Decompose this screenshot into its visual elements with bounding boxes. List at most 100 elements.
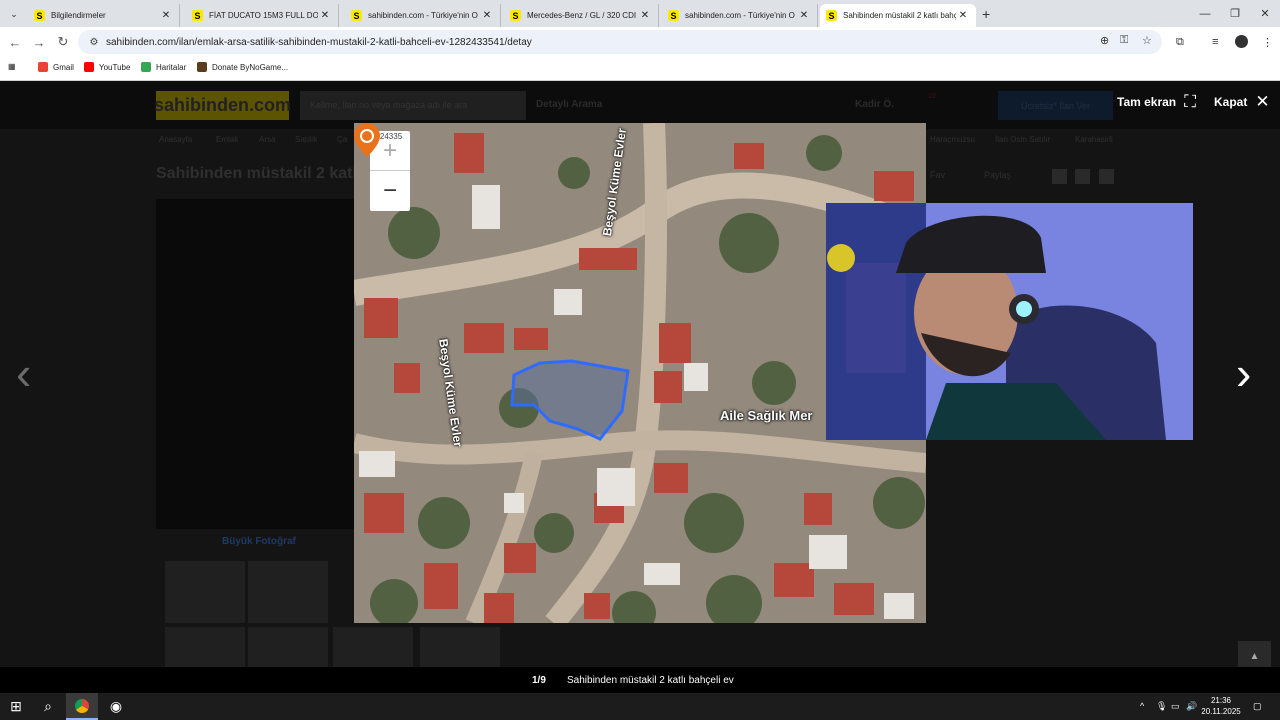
- post-ad-button[interactable]: Ücretsiz* İlan Ver: [998, 91, 1113, 120]
- close-icon[interactable]: ✕: [318, 10, 332, 21]
- bookmarks-bar: ▦ Gmail YouTube Haritalar Donate ByNoGam…: [0, 57, 1280, 81]
- zoom-out-icon[interactable]: −: [370, 171, 410, 211]
- breadcrumb-item[interactable]: Anasayfa: [159, 135, 192, 144]
- advanced-search-link[interactable]: Detaylı Arama: [536, 99, 602, 110]
- tray-chevron-icon[interactable]: ^: [1140, 701, 1144, 711]
- tab-title: sahibinden.com - Türkiye'nin O: [368, 11, 478, 20]
- site-info-icon[interactable]: ⚙: [84, 37, 104, 48]
- window-close-icon[interactable]: ✕: [1248, 0, 1280, 27]
- facebook-icon[interactable]: [1052, 169, 1067, 184]
- sahibinden-favicon-icon: S: [351, 10, 362, 21]
- clock-date: 20.11.2025: [1201, 707, 1241, 716]
- breadcrumb-item[interactable]: Emlak: [216, 135, 238, 144]
- user-menu[interactable]: Kadir Ö.: [855, 99, 894, 110]
- bookmark-label: Donate ByNoGame...: [212, 62, 289, 72]
- bynogame-icon: [197, 62, 207, 72]
- site-logo[interactable]: sahibinden.com: [154, 91, 291, 120]
- microphone-icon[interactable]: 🎙: [1156, 701, 1167, 712]
- tab-2[interactable]: S FİAT DUCATO 15M3 FULL DON ✕: [186, 4, 339, 27]
- photo-caption: Sahibinden müstakil 2 katlı bahçeli ev: [567, 675, 734, 686]
- fullscreen-label: Tam ekran: [1117, 95, 1177, 109]
- sahibinden-favicon-icon: S: [510, 10, 521, 21]
- tab-6-active[interactable]: S Sahibinden müstakil 2 katlı bahç ✕: [820, 4, 976, 27]
- taskbar-clock[interactable]: 21:36 20.11.2025: [1200, 695, 1242, 717]
- tab-title: Bilgilendirmeler: [51, 11, 106, 20]
- start-windows-icon[interactable]: ⊞: [0, 693, 32, 720]
- tab-title: sahibinden.com - Türkiye'nin O: [685, 11, 795, 20]
- password-key-icon[interactable]: ⚿: [1120, 34, 1128, 47]
- share-link[interactable]: Paylaş: [984, 170, 1011, 180]
- tab-4[interactable]: S Mercedes-Benz / GL / 320 CDI 4 ✕: [504, 4, 659, 27]
- sahibinden-favicon-icon: S: [34, 10, 45, 21]
- back-icon[interactable]: ←: [4, 31, 26, 53]
- restore-icon[interactable]: ❐: [1218, 0, 1252, 27]
- webcam-overlay: [826, 203, 1193, 440]
- tab-strip: ⌄ S Bilgilendirmeler ✕ S FİAT DUCATO 15M…: [0, 0, 1280, 27]
- search-icon[interactable]: ⌕: [32, 693, 64, 720]
- big-photo-link[interactable]: Büyük Fotoğraf: [222, 536, 296, 547]
- bookmark-maps[interactable]: Haritalar: [141, 62, 186, 72]
- site-search-input[interactable]: Kelime, ilan no veya mağaza adı ile ara: [300, 91, 526, 120]
- apps-grid-icon[interactable]: ▦: [8, 62, 16, 71]
- chrome-taskbar-icon[interactable]: [66, 693, 98, 720]
- notifications-icon[interactable]: ▢: [1253, 701, 1262, 712]
- sahibinden-favicon-icon: S: [826, 10, 837, 21]
- close-gallery-button[interactable]: Kapat ✕: [1214, 92, 1270, 112]
- zoom-icon[interactable]: ⊕: [1100, 34, 1109, 47]
- twitter-icon[interactable]: [1075, 169, 1090, 184]
- bookmark-youtube[interactable]: YouTube: [84, 62, 130, 72]
- bookmark-gmail[interactable]: Gmail: [38, 62, 74, 72]
- url-text: sahibinden.com/ilan/emlak-arsa-satilik-s…: [106, 36, 532, 48]
- close-icon[interactable]: ✕: [480, 10, 494, 21]
- tab-title: Mercedes-Benz / GL / 320 CDI 4: [527, 11, 638, 20]
- clock-time: 21:36: [1210, 696, 1232, 705]
- tab-5[interactable]: S sahibinden.com - Türkiye'nin O ✕: [662, 4, 818, 27]
- page-content: sahibinden.com Kelime, ilan no veya mağa…: [0, 81, 1280, 693]
- close-icon[interactable]: ✕: [797, 10, 811, 21]
- next-photo-arrow-icon[interactable]: ›: [1236, 346, 1251, 400]
- menu-kebab-icon[interactable]: ⋮: [1262, 36, 1273, 49]
- volume-icon[interactable]: 🔊: [1186, 701, 1197, 712]
- breadcrumb-item[interactable]: Arsa: [259, 135, 275, 144]
- breadcrumb-item[interactable]: Ça: [337, 135, 347, 144]
- poi-label: Aile Sağlık Mer: [720, 408, 813, 423]
- tab-3[interactable]: S sahibinden.com - Türkiye'nin O ✕: [345, 4, 501, 27]
- breadcrumb-item[interactable]: Haraçmuzsu: [930, 135, 975, 144]
- minimize-icon[interactable]: —: [1188, 0, 1222, 27]
- media-queue-icon[interactable]: ≡: [1212, 36, 1218, 48]
- tab-title: Sahibinden müstakil 2 katlı bahç: [843, 11, 956, 20]
- close-icon: ✕: [1255, 92, 1270, 111]
- close-icon[interactable]: ✕: [956, 10, 970, 21]
- network-icon[interactable]: ▭: [1171, 701, 1180, 712]
- browser-toolbar: ← → ↻ ⚙ sahibinden.com/ilan/emlak-arsa-s…: [0, 27, 1280, 57]
- health-center-pin-icon[interactable]: [354, 123, 380, 157]
- email-icon[interactable]: [1099, 169, 1114, 184]
- bookmark-label: Gmail: [53, 62, 74, 72]
- bookmark-star-icon[interactable]: ☆: [1142, 34, 1152, 47]
- site-header: sahibinden.com Kelime, ilan no veya mağa…: [0, 81, 1280, 129]
- profile-avatar[interactable]: [1235, 35, 1248, 48]
- address-bar[interactable]: ⚙ sahibinden.com/ilan/emlak-arsa-satilik…: [78, 30, 1162, 54]
- fav-link[interactable]: Fav: [930, 170, 945, 180]
- close-icon[interactable]: ✕: [159, 10, 173, 21]
- windows-taskbar: ⊞ ⌕ ◉ ^ 🎙 ▭ 🔊 21:36 20.11.2025 ▢: [0, 693, 1280, 720]
- thumbnail[interactable]: [165, 561, 245, 623]
- new-tab-icon[interactable]: +: [982, 6, 990, 22]
- breadcrumb-item[interactable]: Karahasirli: [1075, 135, 1113, 144]
- forward-icon[interactable]: →: [28, 31, 50, 53]
- extensions-icon[interactable]: ⧉: [1176, 36, 1184, 49]
- fullscreen-button[interactable]: Tam ekran ⛶: [1117, 92, 1196, 112]
- close-icon[interactable]: ✕: [638, 10, 652, 21]
- bookmark-donate[interactable]: Donate ByNoGame...: [197, 62, 288, 72]
- tab-1[interactable]: S Bilgilendirmeler ✕: [28, 4, 180, 27]
- bookmark-label: Haritalar: [156, 62, 187, 72]
- thumbnail[interactable]: [248, 561, 328, 623]
- fullscreen-icon: ⛶: [1184, 92, 1197, 111]
- listing-title: Sahibinden müstakil 2 katlı: [156, 165, 362, 182]
- breadcrumb-item[interactable]: İlan Osm Satılır: [995, 135, 1050, 144]
- obs-taskbar-icon[interactable]: ◉: [100, 693, 132, 720]
- reload-icon[interactable]: ↻: [52, 31, 74, 53]
- breadcrumb-item[interactable]: Satılık: [295, 135, 317, 144]
- prev-photo-arrow-icon[interactable]: ‹: [16, 346, 31, 400]
- tab-search-icon[interactable]: ⌄: [4, 4, 24, 24]
